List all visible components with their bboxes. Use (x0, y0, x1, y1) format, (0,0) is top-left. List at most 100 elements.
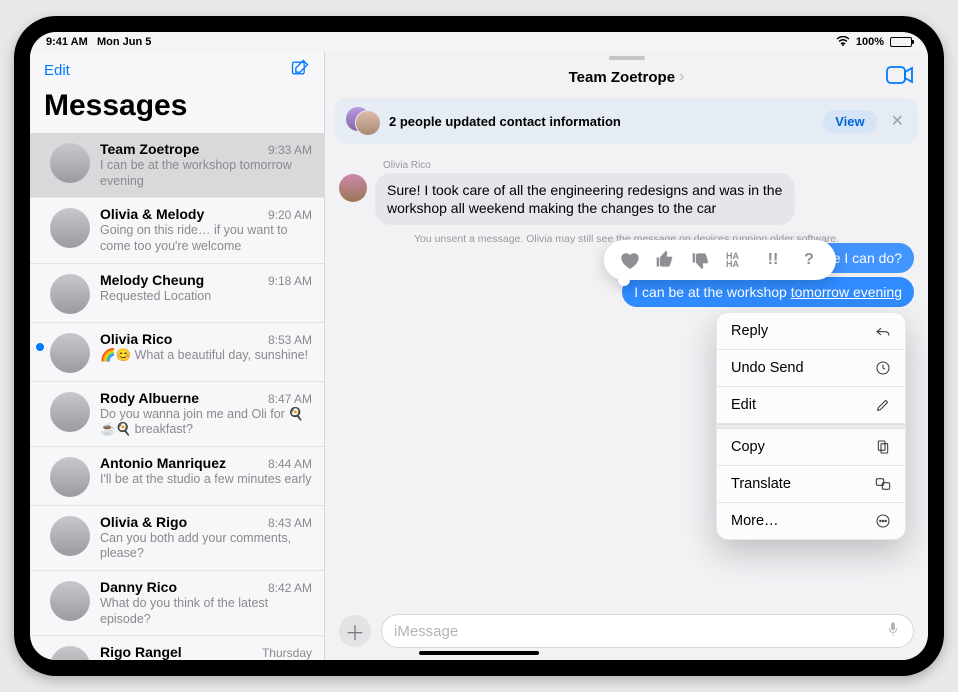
conversation-time: Thursday (262, 646, 312, 660)
conversation-time: 9:18 AM (268, 274, 312, 288)
conversation-name: Olivia & Rigo (100, 514, 187, 530)
more-icon (875, 513, 891, 529)
conversation-time: 8:42 AM (268, 581, 312, 595)
conversation-preview: What do you think of the latest episode? (100, 596, 312, 627)
banner-view-button[interactable]: View (823, 110, 876, 133)
conversation-time: 8:53 AM (268, 333, 312, 347)
avatar (50, 646, 90, 660)
avatar (339, 174, 367, 202)
avatar (50, 274, 90, 314)
dictation-button[interactable] (885, 621, 901, 641)
avatar (50, 516, 90, 556)
avatar (50, 208, 90, 248)
context-reply[interactable]: Reply (717, 313, 905, 350)
tapback-heart[interactable] (620, 251, 640, 269)
conversation-time: 9:33 AM (268, 143, 312, 157)
conversation-row[interactable]: Rigo RangelThursdayAugust 31, 2018 – Aug… (30, 636, 324, 660)
conversation-title: Team Zoetrope (569, 69, 675, 86)
home-indicator[interactable] (419, 651, 539, 655)
input-placeholder: iMessage (394, 623, 458, 640)
tapback-picker: HA HA !! ? (604, 240, 836, 280)
undo-icon (875, 360, 891, 376)
conversation-row[interactable]: Rody Albuerne 8:47 AMDo you wanna join me… (30, 382, 324, 447)
split-view: Edit Messages Team Zoetrope 9:33 AM I can … (30, 52, 928, 660)
sidebar: Edit Messages Team Zoetrope9:33 AMI can … (30, 52, 325, 660)
sidebar-title: Messages (30, 85, 324, 133)
avatar (50, 581, 90, 621)
conversation-name: Antonio Manriquez (100, 455, 226, 471)
context-more[interactable]: More… (717, 503, 905, 539)
sender-name: Olivia Rico (383, 160, 795, 171)
tapback-haha[interactable]: HA HA (726, 249, 748, 271)
message-bubble-incoming[interactable]: Sure! I took care of all the engineering… (375, 173, 795, 225)
conversation-preview: Requested Location (100, 289, 312, 305)
status-date: Mon Jun 5 (97, 36, 151, 48)
conversation-preview: I'll be at the studio a few minutes earl… (100, 472, 312, 488)
avatar (50, 392, 90, 432)
translate-icon (875, 476, 891, 492)
apps-button[interactable]: ＋ (339, 615, 371, 647)
edit-button[interactable]: Edit (44, 62, 70, 79)
conversation-name: Olivia Rico (100, 331, 172, 347)
incoming-message: Olivia Rico Sure! I took care of all the… (339, 160, 914, 225)
conversation-name: Team Zoetrope (100, 141, 199, 157)
tapback-thumbs-down[interactable] (690, 249, 712, 271)
chevron-right-icon: › (679, 68, 684, 86)
conversation-row[interactable]: Team Zoetrope9:33 AMI can be at the work… (30, 133, 324, 198)
conversation-name: Danny Rico (100, 579, 177, 595)
tapback-question[interactable]: ? (798, 249, 820, 271)
context-edit[interactable]: Edit (717, 387, 905, 424)
conversation-preview: Can you both add your comments, please? (100, 531, 312, 562)
conversation-name: Melody Cheung (100, 272, 204, 288)
conversation-time: 9:20 AM (268, 208, 312, 222)
copy-icon (875, 439, 891, 455)
conversation-row[interactable]: Olivia Rico 8:53 AM🌈😊 What a beautiful da… (30, 323, 324, 382)
conversation-name: Olivia & Melody (100, 206, 204, 222)
ipad-frame: 9:41 AM Mon Jun 5 100% Edit (14, 16, 944, 676)
reply-icon (875, 323, 891, 339)
tapback-exclaim[interactable]: !! (762, 249, 784, 271)
conversation-time: 8:43 AM (268, 516, 312, 530)
conversation-list[interactable]: Team Zoetrope9:33 AMI can be at the work… (30, 133, 324, 660)
avatar (50, 457, 90, 497)
conversation-time: 8:44 AM (268, 457, 312, 471)
context-copy[interactable]: Copy (717, 429, 905, 466)
message-input[interactable]: iMessage (381, 614, 914, 648)
status-time: 9:41 AM (46, 36, 88, 48)
banner-text: 2 people updated contact information (389, 114, 813, 129)
conversation-name: Rigo Rangel (100, 644, 182, 660)
conversation-row[interactable]: Olivia & Rigo 8:43 AMCan you both add you… (30, 506, 324, 571)
tapback-thumbs-up[interactable] (654, 249, 676, 271)
unread-dot (36, 343, 44, 351)
avatar (355, 110, 381, 136)
avatar (50, 143, 90, 183)
context-translate[interactable]: Translate (717, 466, 905, 503)
context-undo-send[interactable]: Undo Send (717, 350, 905, 387)
pencil-icon (875, 397, 891, 413)
message-context-menu: Reply Undo Send Edit C (716, 312, 906, 540)
screen: 9:41 AM Mon Jun 5 100% Edit (30, 32, 928, 660)
status-left: 9:41 AM Mon Jun 5 (46, 36, 151, 48)
message-bubble-outgoing-selected[interactable]: I can be at the workshop tomorrow evenin… (622, 277, 914, 307)
conversation-row[interactable]: Danny Rico 8:42 AMWhat do you think of th… (30, 571, 324, 636)
status-bar: 9:41 AM Mon Jun 5 100% (30, 32, 928, 52)
avatar (50, 333, 90, 373)
conversation-preview: 🌈😊 What a beautiful day, sunshine! (100, 348, 312, 364)
banner-close-button[interactable]: ✕ (887, 111, 908, 131)
conversation-preview: Do you wanna join me and Oli for 🍳☕🍳 bre… (100, 407, 312, 438)
conversation-row[interactable]: Antonio Manriquez 8:44 AMI'll be at the s… (30, 447, 324, 506)
facetime-button[interactable] (886, 64, 914, 91)
conversation-header[interactable]: Team Zoetrope › (325, 60, 928, 94)
conversation-time: 8:47 AM (268, 392, 312, 406)
conversation-row[interactable]: Olivia & Melody 9:20 AMGoing on this ride… (30, 198, 324, 263)
conversation-name: Rody Albuerne (100, 390, 199, 406)
battery-pct: 100% (856, 36, 884, 48)
message-thread[interactable]: Olivia Rico Sure! I took care of all the… (325, 144, 928, 606)
compose-bar: ＋ iMessage (325, 606, 928, 660)
banner-avatars (345, 106, 379, 136)
wifi-icon (836, 36, 850, 49)
conversation-preview: Going on this ride… if you want to come … (100, 223, 312, 254)
status-right: 100% (836, 36, 912, 49)
compose-button[interactable] (290, 58, 310, 83)
conversation-row[interactable]: Melody Cheung 9:18 AMRequested Location (30, 264, 324, 323)
